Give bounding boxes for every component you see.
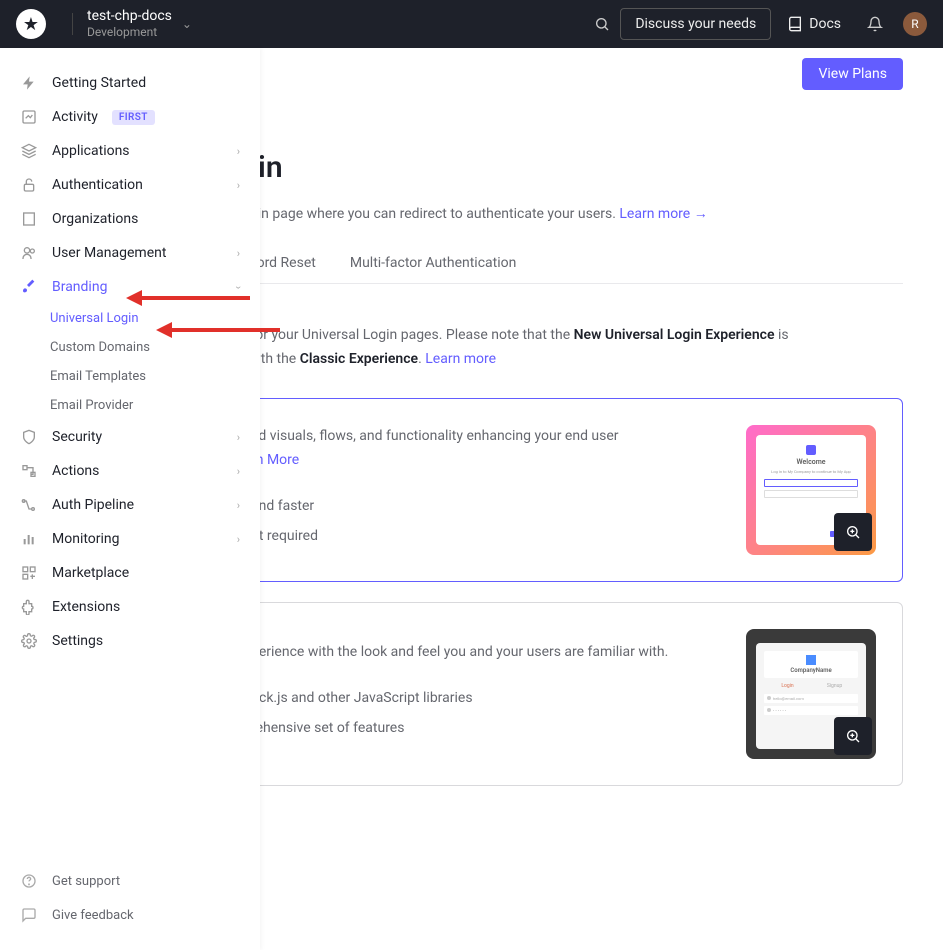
sidebar-footer: Get supportGive feedback — [0, 851, 260, 950]
chevron-right-icon: › — [237, 499, 240, 512]
gear-icon — [20, 632, 38, 650]
sidebar-item-label: Branding — [52, 279, 107, 295]
sidebar-item-actions[interactable]: Actions › — [0, 454, 260, 488]
sidebar-item-activity[interactable]: Activity FIRST — [0, 100, 260, 134]
tabs: assword Reset Multi-factor Authenticatio… — [224, 255, 903, 284]
sidebar-item-applications[interactable]: Applications › — [0, 134, 260, 168]
flow-icon — [20, 462, 38, 480]
card-new-experience[interactable]: ed visuals, flows, and functionality enh… — [224, 398, 903, 582]
sidebar-item-label: Applications — [52, 143, 130, 159]
sidebar-item-organizations[interactable]: Organizations — [0, 202, 260, 236]
stack-icon — [20, 142, 38, 160]
sidebar-subitem-email-templates[interactable]: Email Templates — [36, 362, 260, 391]
sidebar-item-label: Organizations — [52, 211, 138, 227]
chart-icon — [20, 108, 38, 126]
sidebar-item-security[interactable]: Security › — [0, 420, 260, 454]
sidebar-subitem-email-provider[interactable]: Email Provider — [36, 391, 260, 420]
sidebar-item-label: Auth Pipeline — [52, 497, 134, 513]
chevron-right-icon: › — [237, 533, 240, 546]
chevron-right-icon: › — [237, 465, 240, 478]
book-icon — [787, 16, 803, 32]
badge: FIRST — [112, 110, 155, 125]
chevron-right-icon: › — [237, 247, 240, 260]
sidebar-item-label: Actions — [52, 463, 99, 479]
sidebar-footer-get-support[interactable]: Get support — [0, 864, 260, 898]
sidebar-item-marketplace[interactable]: Marketplace — [0, 556, 260, 590]
sidebar-item-monitoring[interactable]: Monitoring › — [0, 522, 260, 556]
grid-icon — [20, 564, 38, 582]
learn-more-link[interactable]: Learn more → — [619, 206, 707, 222]
sidebar-item-settings[interactable]: Settings — [0, 624, 260, 658]
lock-icon — [20, 176, 38, 194]
sidebar-item-getting-started[interactable]: Getting Started — [0, 66, 260, 100]
sidebar-item-label: Settings — [52, 633, 103, 649]
avatar[interactable]: R — [903, 12, 927, 36]
sidebar-subitem-custom-domains[interactable]: Custom Domains — [36, 333, 260, 362]
intro-text: feel for your Universal Login pages. Ple… — [224, 324, 903, 372]
sidebar-item-auth-pipeline[interactable]: Auth Pipeline › — [0, 488, 260, 522]
thumbnail-new: Welcome Log in to My Company to continue… — [746, 425, 876, 555]
sidebar-item-label: Activity — [52, 109, 98, 125]
card-classic-experience[interactable]: perience with the look and feel you and … — [224, 602, 903, 786]
view-plans-button[interactable]: View Plans — [802, 58, 903, 90]
tab-mfa[interactable]: Multi-factor Authentication — [350, 255, 517, 283]
project-name: test-chp-docs — [87, 8, 172, 25]
puzzle-icon — [20, 598, 38, 616]
sidebar: Getting Started Activity FIRST Applications… — [0, 48, 260, 950]
divider — [72, 13, 73, 35]
brush-icon — [20, 278, 38, 296]
docs-link[interactable]: Docs — [787, 16, 841, 32]
sidebar-item-user-management[interactable]: User Management › — [0, 236, 260, 270]
learn-more-link[interactable]: Learn more — [425, 351, 496, 367]
chevron-right-icon: › — [237, 431, 240, 444]
shield-icon — [20, 428, 38, 446]
search-icon[interactable] — [584, 6, 620, 42]
pipeline-icon — [20, 496, 38, 514]
sidebar-item-label: Security — [52, 429, 102, 445]
sidebar-item-label: Getting Started — [52, 75, 146, 91]
zoom-icon[interactable] — [834, 513, 872, 551]
sidebar-nav: Getting Started Activity FIRST Applications… — [0, 48, 260, 851]
page-title: ogin — [224, 150, 903, 185]
bell-icon[interactable] — [857, 6, 893, 42]
banner: View Plans — [224, 48, 903, 100]
chevron-right-icon: › — [237, 179, 240, 192]
top-bar: test-chp-docs Development ⌄ Discuss your… — [0, 0, 943, 48]
sidebar-footer-give-feedback[interactable]: Give feedback — [0, 898, 260, 932]
bars-icon — [20, 530, 38, 548]
logo-icon[interactable] — [16, 9, 46, 39]
project-environment: Development — [87, 25, 172, 39]
sidebar-item-label: Marketplace — [52, 565, 129, 581]
sidebar-item-label: Authentication — [52, 177, 143, 193]
project-selector[interactable]: test-chp-docs Development — [87, 8, 172, 39]
page-description: al login page where you can redirect to … — [224, 203, 903, 225]
chevron-right-icon: › — [237, 145, 240, 158]
sidebar-item-label: Extensions — [52, 599, 120, 615]
discuss-button[interactable]: Discuss your needs — [620, 8, 771, 40]
users-icon — [20, 244, 38, 262]
bolt-icon — [20, 74, 38, 92]
zoom-icon[interactable] — [834, 717, 872, 755]
help-icon — [20, 872, 38, 890]
sidebar-item-extensions[interactable]: Extensions — [0, 590, 260, 624]
building-icon — [20, 210, 38, 228]
chevron-down-icon[interactable]: ⌄ — [182, 17, 192, 31]
chevron-right-icon: › — [232, 285, 245, 288]
sidebar-item-label: Monitoring — [52, 531, 120, 547]
sidebar-item-label: User Management — [52, 245, 166, 261]
chat-icon — [20, 906, 38, 924]
sidebar-item-authentication[interactable]: Authentication › — [0, 168, 260, 202]
thumbnail-classic: CompanyName Login Signup hello@email.com… — [746, 629, 876, 759]
